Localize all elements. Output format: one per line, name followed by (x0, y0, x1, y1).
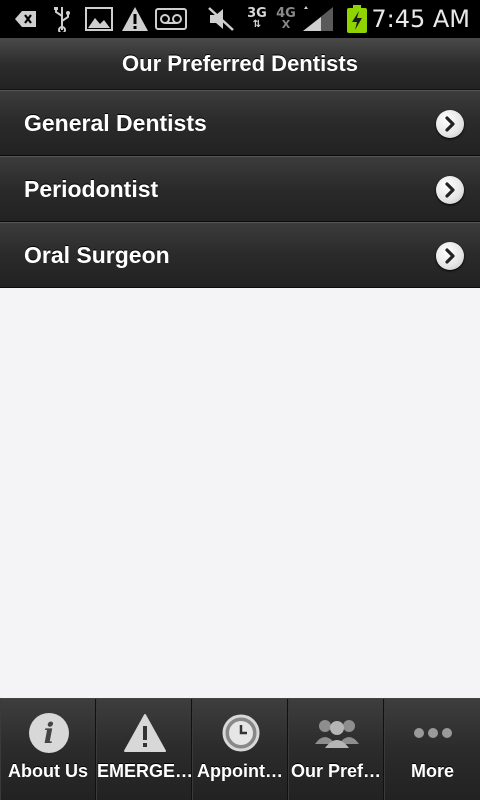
chevron-right-icon[interactable] (436, 110, 464, 138)
data-arrows-icon: ⇅ (252, 19, 262, 30)
more-icon (409, 711, 457, 755)
mute-icon (206, 6, 236, 32)
no-data-icon: X (281, 18, 291, 31)
network-3g-indicator: 3G ⇅ (244, 6, 270, 32)
network-4g-indicator: 4G X (274, 6, 298, 32)
clock-icon (217, 711, 265, 755)
tab-appointment[interactable]: Appoint… (192, 699, 288, 800)
battery-charging-icon (344, 5, 370, 33)
status-time: 7:45 AM (371, 5, 470, 33)
tab-label: Appoint… (197, 761, 283, 781)
chevron-right-icon[interactable] (436, 242, 464, 270)
tab-our-preferred[interactable]: Our Pref… (288, 699, 384, 800)
list-item-general-dentists[interactable]: General Dentists (0, 90, 480, 156)
back-arrow-icon (12, 6, 40, 32)
tab-label: About Us (8, 761, 88, 781)
tab-label: EMERGE… (97, 761, 191, 781)
usb-icon (50, 6, 74, 32)
warning-icon (121, 711, 169, 755)
network-3g-label: 3G (247, 6, 267, 21)
bottom-tab-bar: i About Us EMERGE… Appoint… Our Pref… Mo… (0, 698, 480, 800)
list-item-label: General Dentists (24, 110, 207, 136)
image-icon (84, 6, 114, 32)
info-icon: i (25, 711, 73, 755)
tab-more[interactable]: More (384, 699, 480, 800)
status-bar: 3G ⇅ 4G X 7:45 AM (0, 0, 480, 38)
dentist-category-list: General Dentists Periodontist Oral Surge… (0, 90, 480, 288)
signal-icon (300, 6, 336, 32)
chevron-right-icon[interactable] (436, 176, 464, 204)
voicemail-icon (154, 6, 188, 32)
tab-emergency[interactable]: EMERGE… (96, 699, 192, 800)
content-area (0, 289, 480, 698)
svg-text:i: i (44, 717, 55, 750)
list-item-periodontist[interactable]: Periodontist (0, 156, 480, 222)
tab-label: More (410, 761, 454, 781)
page-title: Our Preferred Dentists (122, 51, 358, 76)
tab-label: Our Pref… (290, 761, 382, 781)
page-header: Our Preferred Dentists (0, 38, 480, 90)
warning-icon (120, 6, 150, 32)
list-item-label: Oral Surgeon (24, 242, 170, 268)
group-icon (313, 711, 361, 755)
list-item-oral-surgeon[interactable]: Oral Surgeon (0, 222, 480, 288)
list-item-label: Periodontist (24, 176, 159, 202)
tab-about-us[interactable]: i About Us (0, 699, 96, 800)
